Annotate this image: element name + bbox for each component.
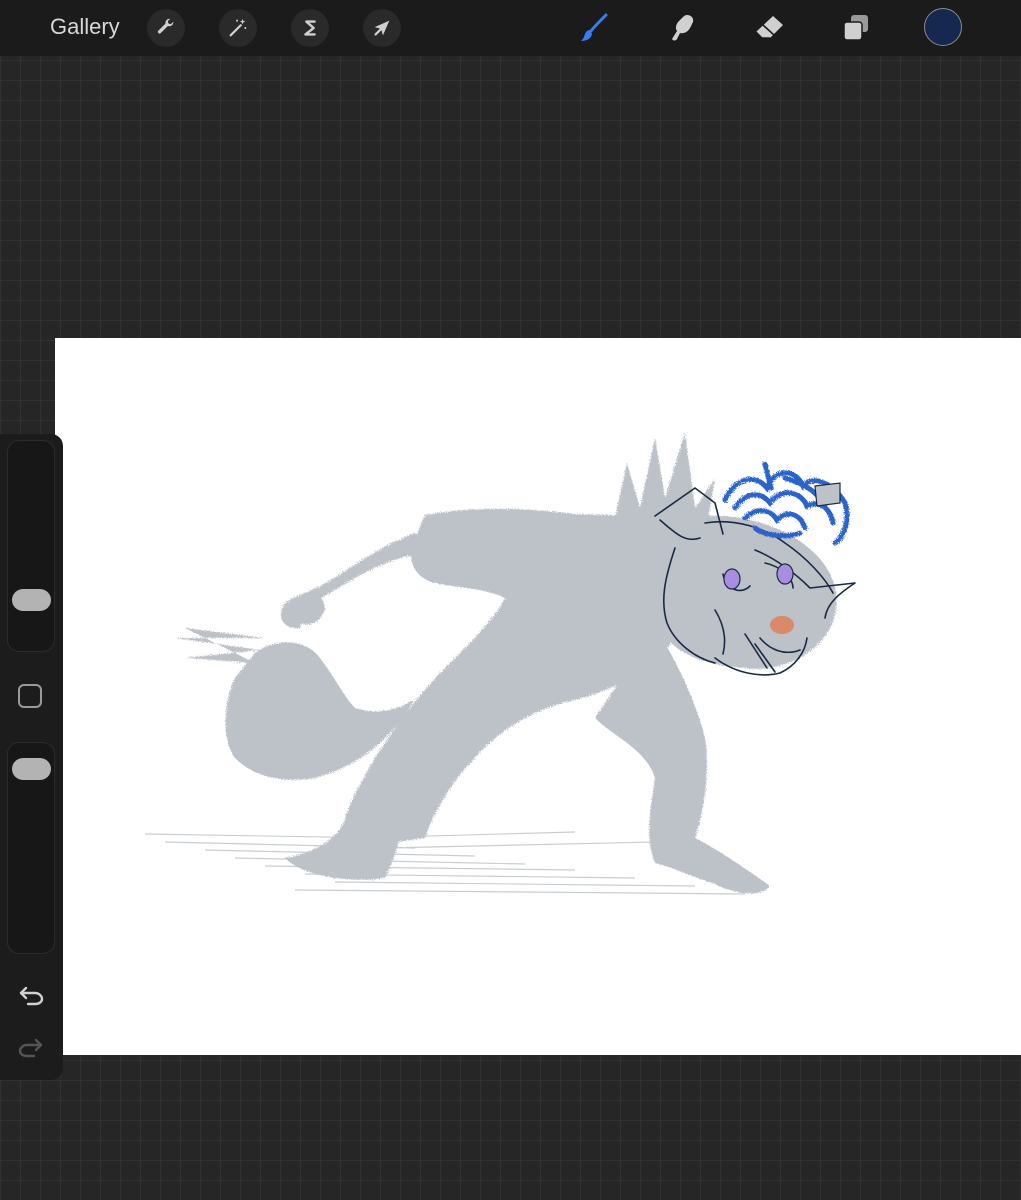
paint-tool-button[interactable] [575,8,615,48]
wrench-icon [157,18,174,34]
top-toolbar: Gallery [0,0,1021,56]
drawing-canvas[interactable] [55,338,1021,1055]
arrow-cursor-icon [374,20,390,36]
smudge-icon [672,15,694,41]
creature-head [645,515,837,669]
selection-button[interactable] [291,9,329,47]
left-sidebar [0,434,63,1080]
redo-button[interactable] [16,1032,46,1062]
redo-icon [18,1038,43,1058]
opacity-slider[interactable] [7,742,55,954]
magic-wand-icon [229,18,247,37]
undo-button[interactable] [16,980,46,1010]
brush-size-slider[interactable] [7,440,55,652]
selection-s-icon [304,20,316,36]
actions-button[interactable] [147,9,185,47]
transform-button[interactable] [363,9,401,47]
opacity-thumb[interactable] [12,757,51,780]
creature-body [175,433,770,894]
smudge-tool-button[interactable] [662,8,702,48]
gallery-button[interactable]: Gallery [50,12,120,42]
layers-tool-button[interactable] [836,8,876,48]
color-picker-button[interactable] [924,8,962,46]
nose [770,616,794,634]
eraser-icon [755,16,783,39]
hat-detail [814,482,841,507]
brush-size-thumb[interactable] [12,589,51,612]
adjustments-button[interactable] [219,9,257,47]
artwork-sketch [144,433,856,895]
layers-icon [843,15,868,41]
undo-icon [19,986,44,1006]
eraser-tool-button[interactable] [749,8,789,48]
modify-square-icon[interactable] [18,684,42,708]
brush-icon [581,13,608,41]
